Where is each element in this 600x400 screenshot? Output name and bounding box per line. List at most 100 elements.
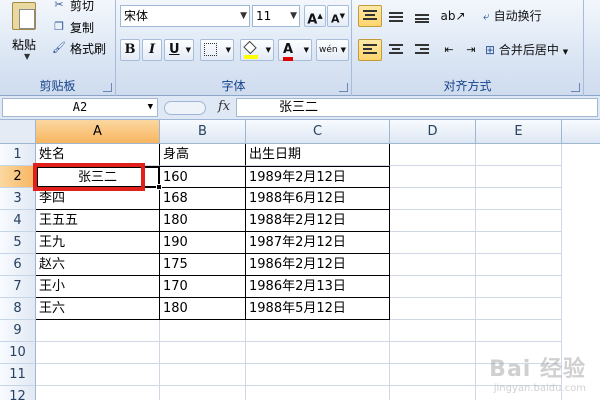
empty-cell[interactable] [246,342,390,364]
empty-cell[interactable] [36,386,160,400]
copy-button[interactable]: ❐ 复制 [52,18,94,36]
cell-c3[interactable]: 1988年6月12日 [246,188,390,210]
empty-cell[interactable] [476,254,562,276]
empty-cell[interactable] [390,144,476,166]
cell-c7[interactable]: 1986年2月13日 [246,276,390,298]
column-header-d[interactable]: D [390,120,476,144]
fill-handle[interactable] [156,184,162,190]
fill-color-button[interactable]: ▼ [240,39,274,61]
empty-cell[interactable] [246,386,390,400]
empty-cell[interactable] [390,320,476,342]
dialog-launcher-icon[interactable] [339,83,348,92]
empty-cell[interactable] [246,320,390,342]
row-header-4[interactable]: 4 [0,210,36,232]
empty-cell[interactable] [390,166,476,188]
empty-cell[interactable] [476,232,562,254]
bold-button[interactable]: B [120,39,140,61]
row-header-2[interactable]: 2 [0,166,36,188]
cell-c6[interactable]: 1986年2月12日 [246,254,390,276]
empty-cell[interactable] [476,188,562,210]
empty-cell[interactable] [476,144,562,166]
empty-cell[interactable] [160,364,246,386]
italic-button[interactable]: I [142,39,162,61]
borders-button[interactable]: ▼ [200,39,234,61]
shrink-font-button[interactable]: A▼ [327,5,349,27]
cell-b3[interactable]: 168 [160,188,246,210]
cell-a2[interactable]: 张三二 [36,166,160,188]
row-header-12[interactable]: 12 [0,386,36,400]
empty-cell[interactable] [36,320,160,342]
empty-cell[interactable] [390,342,476,364]
grow-font-button[interactable]: A▲ [304,5,326,27]
cell-c4[interactable]: 1988年2月12日 [246,210,390,232]
cell-b5[interactable]: 190 [160,232,246,254]
column-header-f[interactable] [562,120,600,144]
empty-cell[interactable] [36,364,160,386]
dialog-launcher-icon[interactable] [103,83,112,92]
cell-a1[interactable]: 姓名 [36,144,160,166]
empty-cell[interactable] [390,232,476,254]
empty-cell[interactable] [390,276,476,298]
cell-b7[interactable]: 170 [160,276,246,298]
empty-cell[interactable] [390,210,476,232]
insert-function-icon[interactable]: fx [218,99,230,114]
empty-cell[interactable] [160,320,246,342]
cell-b4[interactable]: 180 [160,210,246,232]
row-header-5[interactable]: 5 [0,232,36,254]
align-right-button[interactable] [410,39,434,61]
empty-cell[interactable] [390,386,476,400]
cell-b8[interactable]: 180 [160,298,246,320]
row-header-7[interactable]: 7 [0,276,36,298]
align-middle-button[interactable] [384,5,408,27]
align-top-button[interactable] [358,5,382,27]
format-painter-button[interactable]: 🖌 格式刷 [52,39,106,57]
row-header-6[interactable]: 6 [0,254,36,276]
row-header-9[interactable]: 9 [0,320,36,342]
empty-cell[interactable] [476,276,562,298]
empty-cell[interactable] [476,166,562,188]
font-color-button[interactable]: A ▼ [278,39,312,61]
row-header-1[interactable]: 1 [0,144,36,166]
empty-cell[interactable] [160,386,246,400]
cell-a5[interactable]: 王九 [36,232,160,254]
cut-button[interactable]: ✂ 剪切 [52,0,94,14]
cell-c5[interactable]: 1987年2月12日 [246,232,390,254]
underline-button[interactable]: U ▼ [164,39,194,61]
align-left-button[interactable] [358,39,382,61]
align-center-button[interactable] [384,39,408,61]
orientation-button[interactable]: ab↗ [438,5,468,27]
formula-bar-handle[interactable] [164,101,206,115]
empty-cell[interactable] [390,364,476,386]
empty-cell[interactable] [390,254,476,276]
row-header-11[interactable]: 11 [0,364,36,386]
row-header-10[interactable]: 10 [0,342,36,364]
empty-cell[interactable] [476,320,562,342]
select-all-corner[interactable] [0,120,36,144]
phonetic-button[interactable]: wén ▼ [316,39,349,61]
column-header-c[interactable]: C [246,120,390,144]
row-header-3[interactable]: 3 [0,188,36,210]
align-bottom-button[interactable] [410,5,434,27]
cell-b2[interactable]: 160 [160,166,246,188]
empty-cell[interactable] [476,298,562,320]
cell-a3[interactable]: 李四 [36,188,160,210]
merge-center-button[interactable]: ⊞ 合并后居中 ▼ [484,39,582,61]
font-name-select[interactable]: 宋体 ▼ [120,5,250,27]
name-box[interactable]: A2 ▼ [2,98,158,117]
cell-b6[interactable]: 175 [160,254,246,276]
decrease-indent-button[interactable]: ⇤ [438,39,460,61]
formula-input[interactable]: 张三二 [236,98,598,117]
increase-indent-button[interactable]: ⇥ [460,39,482,61]
cell-a4[interactable]: 王五五 [36,210,160,232]
cell-a8[interactable]: 王六 [36,298,160,320]
cell-a6[interactable]: 赵六 [36,254,160,276]
empty-cell[interactable] [476,210,562,232]
font-size-select[interactable]: 11 ▼ [252,5,300,27]
cell-c2[interactable]: 1989年2月12日 [246,166,390,188]
cell-a7[interactable]: 王小 [36,276,160,298]
empty-cell[interactable] [390,188,476,210]
column-header-e[interactable]: E [476,120,562,144]
dialog-launcher-icon[interactable] [571,83,580,92]
empty-cell[interactable] [160,342,246,364]
row-header-8[interactable]: 8 [0,298,36,320]
